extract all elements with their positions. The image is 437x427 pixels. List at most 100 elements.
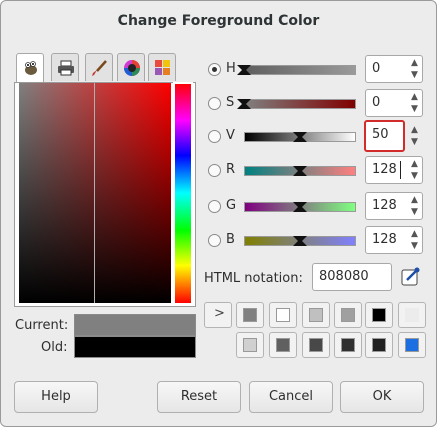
hue-marker bbox=[173, 82, 193, 84]
history-color-1-6[interactable] bbox=[398, 302, 426, 328]
history-swatch bbox=[341, 308, 355, 322]
eyedropper-icon bbox=[401, 267, 420, 286]
tab-watercolor[interactable] bbox=[85, 53, 113, 81]
spin-value-s: 0 bbox=[372, 95, 381, 110]
spin-down-icon[interactable]: ▼ bbox=[411, 137, 418, 147]
history-color-1-1[interactable] bbox=[236, 302, 264, 328]
reset-button[interactable]: Reset bbox=[157, 381, 241, 413]
channel-label-v: V bbox=[226, 128, 235, 143]
spin-up-icon[interactable]: ▲ bbox=[411, 229, 418, 239]
tab-palette[interactable] bbox=[148, 53, 176, 81]
radio-v[interactable] bbox=[208, 130, 221, 143]
history-swatch bbox=[243, 308, 257, 322]
slider-thumb-bottom-h bbox=[237, 68, 251, 75]
old-label: Old: bbox=[41, 340, 68, 355]
value-marker-line bbox=[94, 83, 95, 303]
history-color-2-4[interactable] bbox=[334, 332, 362, 358]
color-picker-button[interactable] bbox=[399, 265, 423, 289]
channel-label-h: H bbox=[226, 61, 236, 76]
tab-gimp-selector[interactable] bbox=[16, 53, 44, 83]
color-wheel-icon bbox=[124, 60, 140, 76]
spin-value-h: 0 bbox=[372, 61, 381, 76]
radio-g[interactable] bbox=[208, 200, 221, 213]
history-swatch bbox=[309, 308, 323, 322]
radio-b[interactable] bbox=[208, 234, 221, 247]
tab-cmyk[interactable] bbox=[51, 53, 79, 81]
slider-thumb-bottom-g bbox=[293, 205, 307, 212]
spin-down-icon[interactable]: ▼ bbox=[411, 171, 418, 181]
change-color-dialog: Change Foreground Color Current: Old: H … bbox=[0, 0, 437, 427]
spin-v[interactable]: 50 bbox=[364, 120, 405, 152]
spin-value-b: 128 bbox=[372, 232, 397, 247]
slider-h[interactable] bbox=[244, 65, 356, 75]
history-color-2-2[interactable] bbox=[269, 332, 297, 358]
radio-r[interactable] bbox=[208, 164, 221, 177]
history-color-1-5[interactable] bbox=[365, 302, 393, 328]
slider-thumb-bottom-s bbox=[237, 102, 251, 109]
history-expand-button[interactable]: > bbox=[204, 302, 232, 328]
printer-icon bbox=[58, 60, 74, 76]
radio-s[interactable] bbox=[208, 97, 221, 110]
history-color-2-6[interactable] bbox=[398, 332, 426, 358]
text-cursor bbox=[400, 161, 401, 179]
history-swatch bbox=[405, 338, 419, 352]
saturation-value-area[interactable] bbox=[19, 83, 171, 303]
history-swatch bbox=[405, 308, 419, 322]
cancel-button[interactable]: Cancel bbox=[249, 381, 333, 413]
ok-button[interactable]: OK bbox=[340, 381, 424, 413]
history-color-1-2[interactable] bbox=[269, 302, 297, 328]
spin-arrows-b[interactable]: ▲ ▼ bbox=[407, 226, 423, 254]
history-color-2-5[interactable] bbox=[365, 332, 393, 358]
spin-value-r: 128 bbox=[372, 162, 397, 177]
palette-icon bbox=[155, 60, 170, 75]
paintbrush-icon bbox=[92, 60, 107, 76]
spin-arrows-v[interactable]: ▲ ▼ bbox=[407, 122, 423, 150]
help-button[interactable]: Help bbox=[14, 381, 98, 413]
current-color-swatch bbox=[74, 314, 196, 336]
history-swatch bbox=[243, 338, 257, 352]
spin-arrows-h[interactable]: ▲ ▼ bbox=[407, 55, 423, 83]
dialog-title: Change Foreground Color bbox=[117, 13, 320, 29]
slider-thumb-bottom-v bbox=[293, 135, 307, 142]
html-notation-field[interactable]: 808080 bbox=[312, 263, 392, 291]
tab-wheel[interactable] bbox=[117, 53, 145, 81]
spin-down-icon[interactable]: ▼ bbox=[411, 207, 418, 217]
hue-strip[interactable] bbox=[175, 83, 191, 303]
history-color-1-3[interactable] bbox=[302, 302, 330, 328]
history-swatch bbox=[276, 338, 290, 352]
slider-thumb-bottom-b bbox=[293, 239, 307, 246]
history-color-1-4[interactable] bbox=[334, 302, 362, 328]
spin-up-icon[interactable]: ▲ bbox=[411, 159, 418, 169]
html-notation-label: HTML notation: bbox=[204, 271, 303, 286]
history-color-2-3[interactable] bbox=[302, 332, 330, 358]
gimp-wilber-icon bbox=[25, 61, 37, 75]
history-swatch bbox=[341, 338, 355, 352]
spin-up-icon[interactable]: ▲ bbox=[411, 58, 418, 68]
old-color-swatch bbox=[74, 336, 196, 358]
chevron-right-icon: > bbox=[214, 306, 225, 321]
spin-arrows-r[interactable]: ▲ ▼ bbox=[407, 156, 423, 184]
channel-label-g: G bbox=[226, 198, 237, 213]
current-label: Current: bbox=[15, 318, 69, 333]
spin-up-icon[interactable]: ▲ bbox=[411, 195, 418, 205]
spin-down-icon[interactable]: ▼ bbox=[411, 70, 418, 80]
history-swatch bbox=[309, 338, 323, 352]
spin-value-g: 128 bbox=[372, 198, 397, 213]
spin-up-icon[interactable]: ▲ bbox=[411, 92, 418, 102]
spin-down-icon[interactable]: ▼ bbox=[411, 241, 418, 251]
radio-h[interactable] bbox=[208, 63, 221, 76]
spin-arrows-g[interactable]: ▲ ▼ bbox=[407, 192, 423, 220]
history-swatch bbox=[372, 338, 386, 352]
channel-label-b: B bbox=[226, 232, 235, 247]
history-swatch bbox=[372, 308, 386, 322]
history-color-2-1[interactable] bbox=[236, 332, 264, 358]
spin-up-icon[interactable]: ▲ bbox=[411, 125, 418, 135]
spin-value-v: 50 bbox=[372, 127, 389, 142]
spin-down-icon[interactable]: ▼ bbox=[411, 104, 418, 114]
channel-label-r: R bbox=[226, 162, 236, 177]
history-swatch bbox=[276, 308, 290, 322]
channel-label-s: S bbox=[226, 95, 235, 110]
spin-arrows-s[interactable]: ▲ ▼ bbox=[407, 89, 423, 117]
slider-thumb-bottom-r bbox=[293, 169, 307, 176]
slider-s[interactable] bbox=[244, 99, 356, 109]
